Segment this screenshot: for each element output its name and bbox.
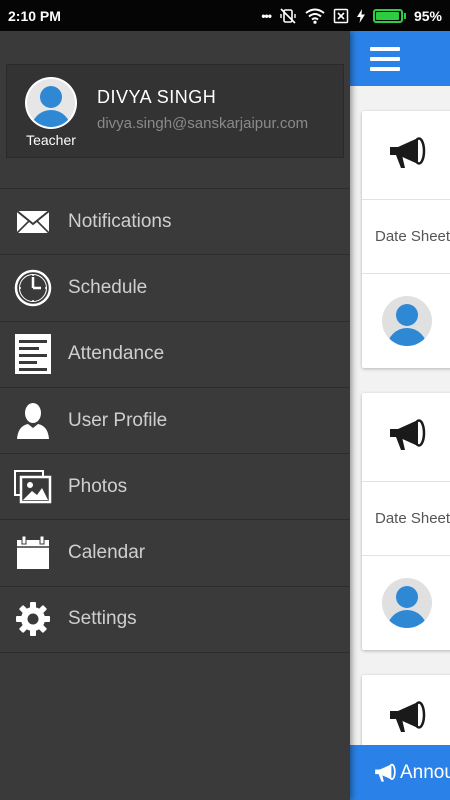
status-bar: 2:10 PM ••• 95% bbox=[0, 0, 450, 31]
calendar-icon bbox=[0, 536, 68, 570]
menu-item-label: Photos bbox=[68, 475, 128, 497]
main-content: Date Sheet Date Sheet Announcement bbox=[350, 31, 450, 800]
card-title: Date Sheet bbox=[362, 200, 450, 274]
announcement-button-label: Announcement bbox=[400, 761, 450, 783]
navigation-drawer: Teacher DIVYA SINGH divya.singh@sanskarj… bbox=[0, 31, 350, 800]
megaphone-icon bbox=[374, 763, 396, 783]
megaphone-icon bbox=[388, 700, 426, 739]
menu-item-schedule[interactable]: Schedule bbox=[0, 255, 350, 322]
list-document-icon bbox=[0, 333, 68, 375]
announcement-card[interactable]: Date Sheet bbox=[362, 111, 450, 368]
vibrate-off-icon bbox=[279, 7, 297, 24]
user-email: divya.singh@sanskarjaipur.com bbox=[97, 115, 309, 132]
menu-item-label: Schedule bbox=[68, 276, 148, 298]
megaphone-icon bbox=[388, 136, 426, 175]
app-bar bbox=[350, 31, 450, 86]
menu-item-photos[interactable]: Photos bbox=[0, 454, 350, 521]
wifi-icon bbox=[305, 8, 325, 24]
user-avatar-icon bbox=[382, 296, 432, 346]
announcement-card[interactable]: Date Sheet bbox=[362, 393, 450, 650]
status-icons: ••• 95% bbox=[261, 8, 442, 24]
menu-item-label: User Profile bbox=[68, 409, 168, 431]
user-silhouette-icon bbox=[0, 402, 68, 440]
user-name: DIVYA SINGH bbox=[97, 87, 217, 107]
no-sim-icon bbox=[333, 8, 349, 24]
gear-icon bbox=[0, 601, 68, 637]
user-avatar-icon bbox=[382, 578, 432, 628]
user-avatar-icon bbox=[25, 77, 77, 129]
announcement-button[interactable]: Announcement bbox=[350, 745, 450, 800]
clock-icon bbox=[0, 269, 68, 307]
card-author bbox=[362, 556, 450, 650]
hamburger-menu-icon[interactable] bbox=[370, 46, 400, 71]
envelope-icon bbox=[0, 209, 68, 234]
drawer-menu: Notifications Schedule Attendance User P… bbox=[0, 188, 350, 654]
menu-item-label: Settings bbox=[68, 608, 137, 630]
menu-item-label: Attendance bbox=[68, 343, 165, 365]
menu-item-user-profile[interactable]: User Profile bbox=[0, 388, 350, 455]
battery-percent: 95% bbox=[413, 7, 442, 24]
card-title: Date Sheet bbox=[362, 482, 450, 556]
menu-item-label: Notifications bbox=[68, 210, 172, 232]
charging-icon bbox=[356, 8, 365, 23]
megaphone-icon bbox=[388, 418, 426, 457]
notification-dots: ••• bbox=[261, 8, 272, 23]
status-time: 2:10 PM bbox=[8, 7, 61, 24]
battery-icon bbox=[372, 8, 406, 23]
menu-item-attendance[interactable]: Attendance bbox=[0, 322, 350, 388]
menu-item-settings[interactable]: Settings bbox=[0, 587, 350, 654]
photos-icon bbox=[0, 469, 68, 504]
card-icon-section bbox=[362, 111, 450, 200]
menu-item-calendar[interactable]: Calendar bbox=[0, 520, 350, 587]
card-icon-section bbox=[362, 393, 450, 482]
card-author bbox=[362, 274, 450, 368]
menu-item-notifications[interactable]: Notifications bbox=[0, 189, 350, 256]
profile-header[interactable]: Teacher DIVYA SINGH divya.singh@sanskarj… bbox=[6, 64, 344, 158]
menu-item-label: Calendar bbox=[68, 542, 146, 564]
user-role: Teacher bbox=[26, 132, 76, 148]
